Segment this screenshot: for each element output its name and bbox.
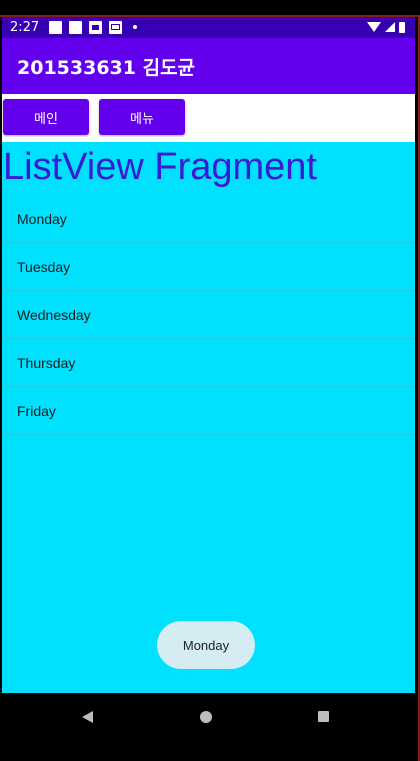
main-button[interactable]: 메인 (3, 99, 89, 135)
list-item-friday[interactable]: Friday (2, 387, 415, 435)
button-row: 메인 메뉴 (2, 94, 415, 142)
home-icon[interactable] (200, 711, 212, 723)
status-bar: 2:27 (2, 16, 415, 38)
fragment-container: ListView Fragment Monday Tuesday Wednesd… (2, 142, 415, 693)
phone-screen: 2:27 201533631 김도균 메인 메뉴 ListView Fragme… (0, 0, 420, 761)
list-item-thursday[interactable]: Thursday (2, 339, 415, 387)
status-time: 2:27 (10, 19, 40, 35)
notification-icon (49, 20, 63, 34)
status-indicators (367, 21, 405, 33)
navigation-bar (2, 693, 415, 761)
toast-message: Monday (157, 621, 255, 669)
photo-icon (89, 20, 103, 34)
menu-button[interactable]: 메뉴 (99, 99, 185, 135)
list-item-tuesday[interactable]: Tuesday (2, 243, 415, 291)
list-item-wednesday[interactable]: Wednesday (2, 291, 415, 339)
battery-icon (399, 21, 405, 33)
list-item-monday[interactable]: Monday (2, 195, 415, 243)
recents-icon[interactable] (318, 711, 329, 722)
wifi-icon (367, 22, 381, 32)
back-icon[interactable] (82, 711, 93, 723)
fragment-title: ListView Fragment (3, 146, 317, 188)
day-list[interactable]: Monday Tuesday Wednesday Thursday Friday (2, 195, 415, 435)
dot-icon (133, 25, 138, 29)
mail-icon (109, 20, 123, 34)
signal-icon (385, 22, 395, 32)
notification-icon (69, 20, 83, 34)
app-bar: 201533631 김도균 (2, 38, 415, 94)
app-title: 201533631 김도균 (17, 56, 196, 79)
